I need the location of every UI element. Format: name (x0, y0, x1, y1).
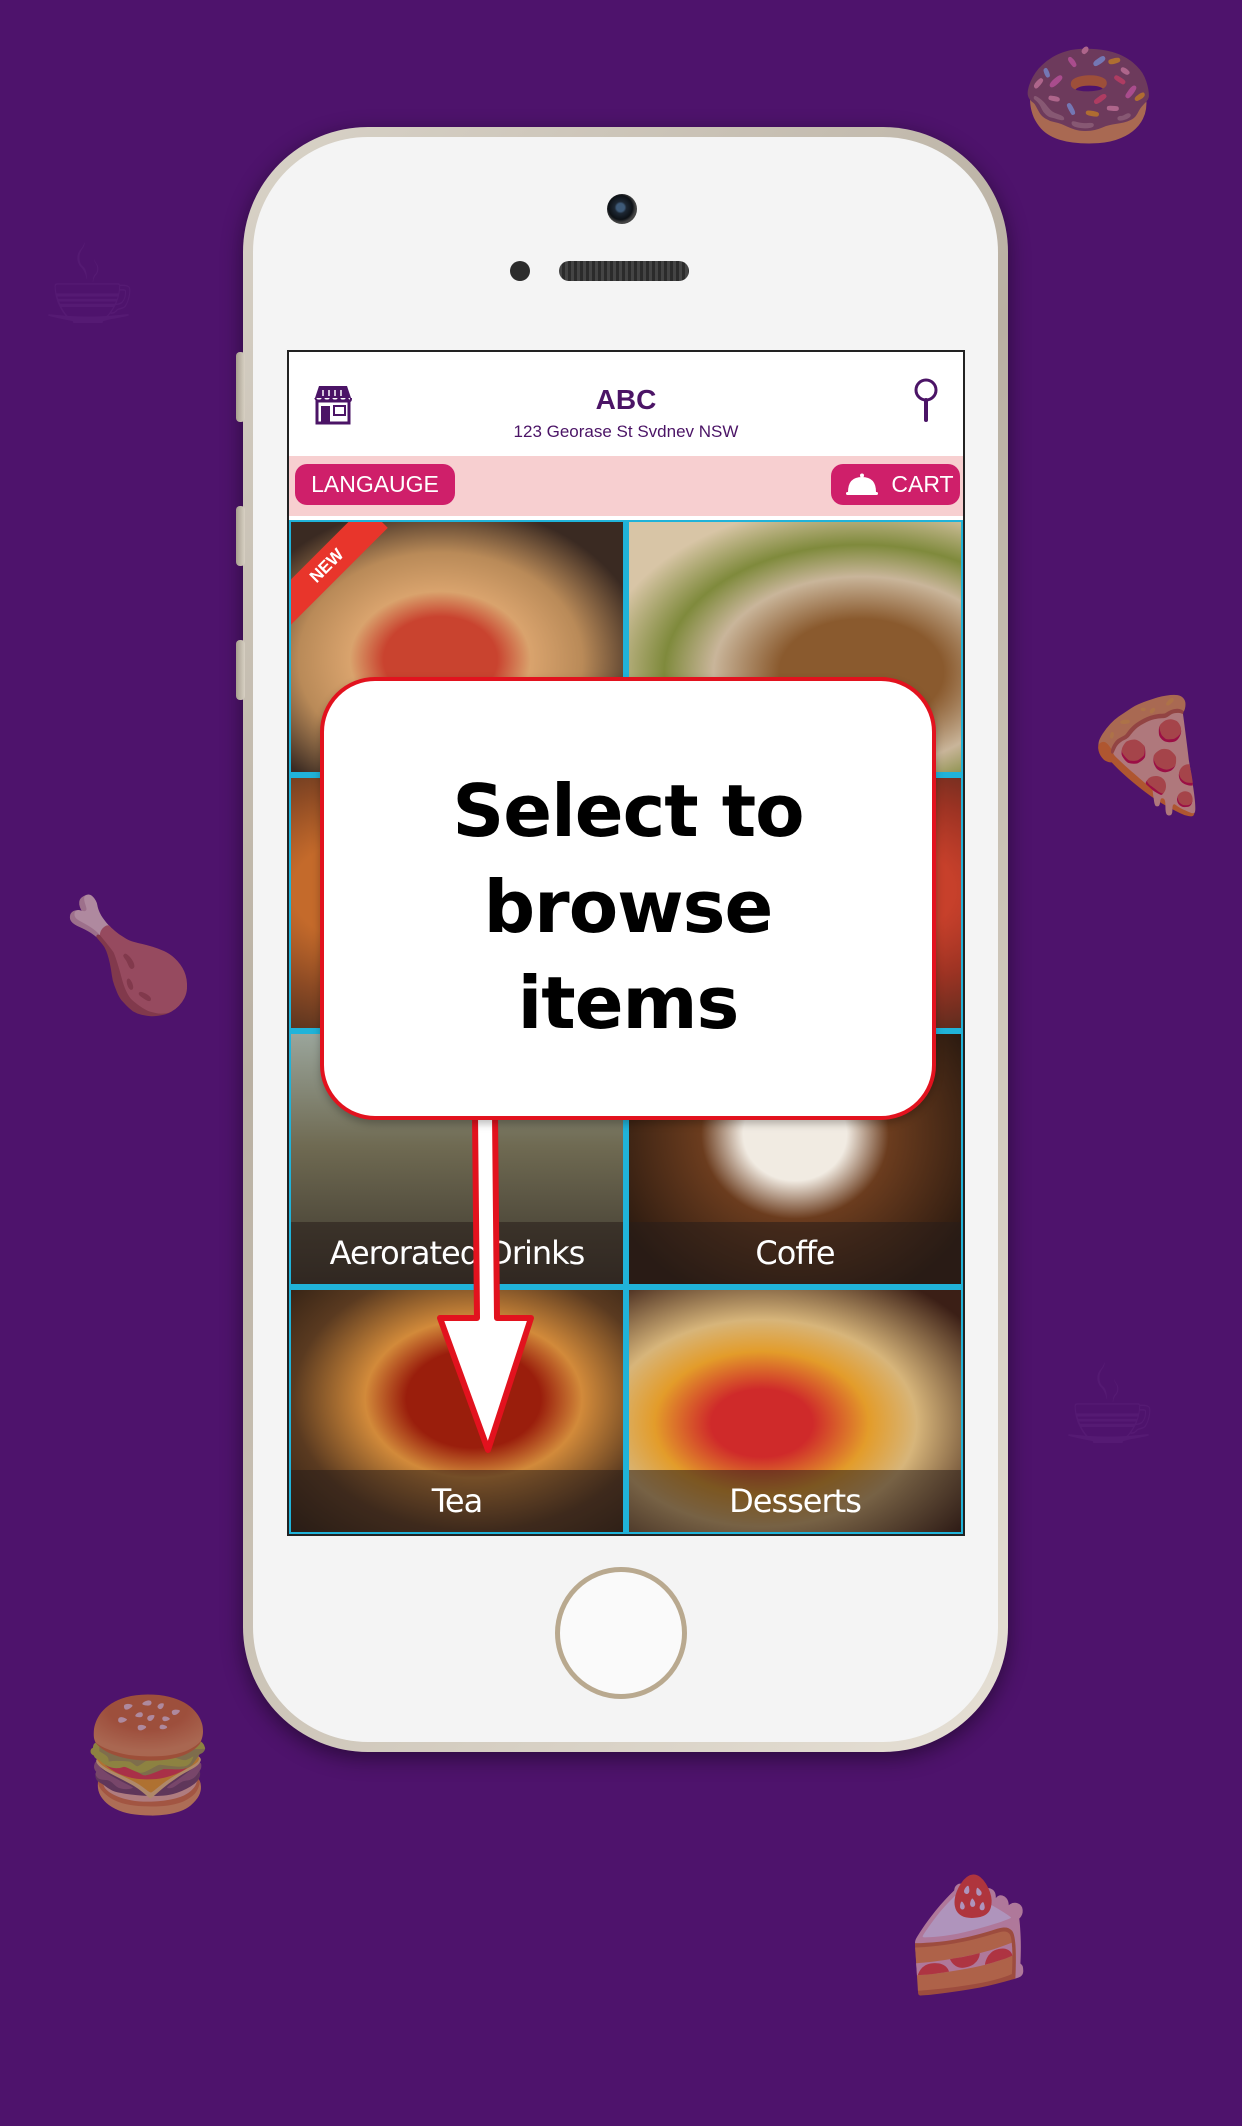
action-bar: LANGAUGE CART (289, 456, 963, 516)
camera-icon (607, 194, 637, 224)
callout-text: Select to browse items (452, 769, 804, 1045)
store-address: 123 Georase St Svdnev NSW (513, 422, 739, 441)
language-button[interactable]: LANGAUGE (295, 464, 455, 505)
cart-button[interactable]: CART (831, 464, 960, 505)
bell-icon (846, 473, 879, 495)
category-tile[interactable]: Tea (291, 1290, 623, 1532)
tutorial-callout: Select to browse items (320, 677, 936, 1120)
category-label: Coffe (629, 1222, 961, 1284)
background-pattern: 🍰 (900, 1871, 1037, 1999)
sensor-dot (510, 261, 530, 281)
volume-down-button (236, 640, 245, 700)
category-label: Aerorated Drinks (291, 1222, 623, 1284)
app-header: ABC 123 Georase St Svdnev NSW (289, 352, 963, 456)
category-label: Tea (291, 1470, 623, 1532)
background-pattern: ☕ (1060, 1341, 1159, 1469)
background-pattern: ☕ (40, 221, 139, 349)
background-pattern: 🍗 (60, 891, 197, 1019)
background-pattern: 🍩 (1020, 31, 1157, 159)
volume-up-button (236, 506, 245, 566)
speaker-grille (559, 261, 689, 281)
store-name: ABC (595, 384, 657, 415)
home-button[interactable] (555, 1567, 687, 1699)
background-pattern: 🍕 (1080, 691, 1217, 819)
search-icon[interactable] (911, 378, 941, 424)
background-pattern: 🍔 (80, 1691, 217, 1819)
category-label: Desserts (629, 1470, 961, 1532)
mute-switch (236, 352, 245, 422)
language-button-label: LANGAUGE (311, 471, 439, 497)
category-tile[interactable]: Desserts (629, 1290, 961, 1532)
new-badge: NEW (291, 522, 388, 627)
cart-button-label: CART (891, 471, 954, 497)
